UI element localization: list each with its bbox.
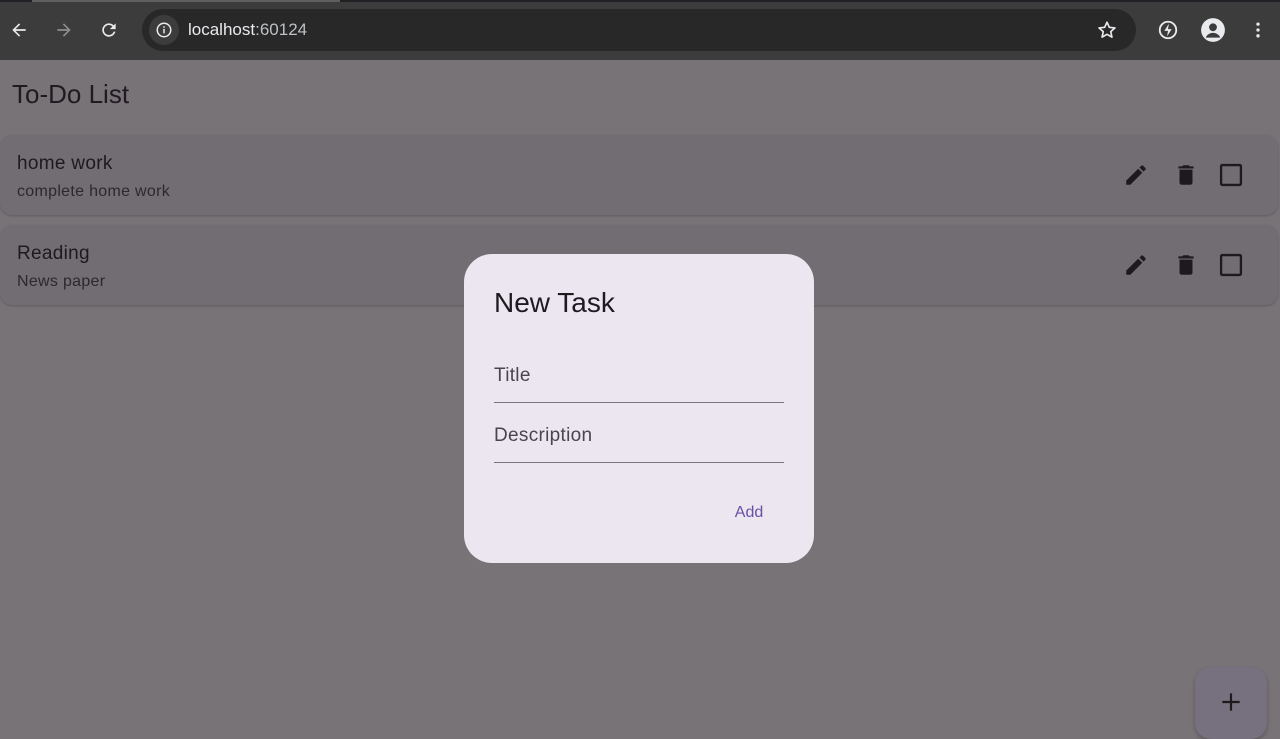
trash-icon <box>1178 255 1194 275</box>
reload-button[interactable] <box>93 14 125 46</box>
back-button[interactable] <box>3 14 35 46</box>
site-info-button[interactable] <box>149 15 179 45</box>
profile-button[interactable] <box>1198 15 1228 45</box>
info-icon <box>156 22 172 38</box>
arrow-right-icon <box>57 23 71 37</box>
arrow-left-icon <box>12 23 26 37</box>
title-field[interactable] <box>494 352 784 403</box>
complete-task-checkbox[interactable] <box>1215 249 1247 281</box>
browser-toolbar: localhost:60124 <box>0 0 1280 60</box>
trash-icon <box>1178 165 1194 185</box>
address-bar[interactable]: localhost:60124 <box>142 9 1136 51</box>
browser-menu-button[interactable] <box>1243 15 1273 45</box>
url-text[interactable]: localhost:60124 <box>188 20 307 40</box>
checkbox-outline-icon <box>1219 163 1243 187</box>
performance-icon <box>1158 20 1178 40</box>
active-tab-indicator[interactable] <box>32 0 340 2</box>
more-vertical-icon <box>1256 22 1260 38</box>
add-button[interactable]: Add <box>722 496 776 530</box>
dialog-title: New Task <box>494 287 615 318</box>
description-field[interactable] <box>494 412 784 463</box>
checkbox-outline-icon <box>1219 253 1243 277</box>
plus-icon <box>1222 693 1240 711</box>
title-input[interactable] <box>494 352 784 400</box>
add-task-fab[interactable] <box>1195 667 1267 739</box>
url-host: localhost <box>188 20 256 39</box>
task-title: home work <box>17 153 113 174</box>
pencil-icon <box>1126 255 1146 275</box>
app-bar-title: To-Do List <box>12 79 130 109</box>
new-task-dialog: New Task Add <box>464 254 814 563</box>
reload-icon <box>102 23 116 37</box>
task-description: complete home work <box>17 183 171 200</box>
edit-task-button[interactable] <box>1120 159 1152 191</box>
pencil-icon <box>1126 165 1146 185</box>
complete-task-checkbox[interactable] <box>1215 159 1247 191</box>
extension-button[interactable] <box>1153 15 1183 45</box>
task-description: News paper <box>17 273 106 290</box>
edit-task-button[interactable] <box>1120 249 1152 281</box>
task-card[interactable]: home work complete home work <box>0 135 1278 215</box>
description-input[interactable] <box>494 412 784 460</box>
task-title: Reading <box>17 243 90 264</box>
url-port: :60124 <box>255 20 308 39</box>
delete-task-button[interactable] <box>1170 249 1202 281</box>
forward-button[interactable] <box>48 14 80 46</box>
bookmark-star-icon[interactable] <box>1096 19 1118 41</box>
account-icon <box>1201 18 1225 42</box>
delete-task-button[interactable] <box>1170 159 1202 191</box>
